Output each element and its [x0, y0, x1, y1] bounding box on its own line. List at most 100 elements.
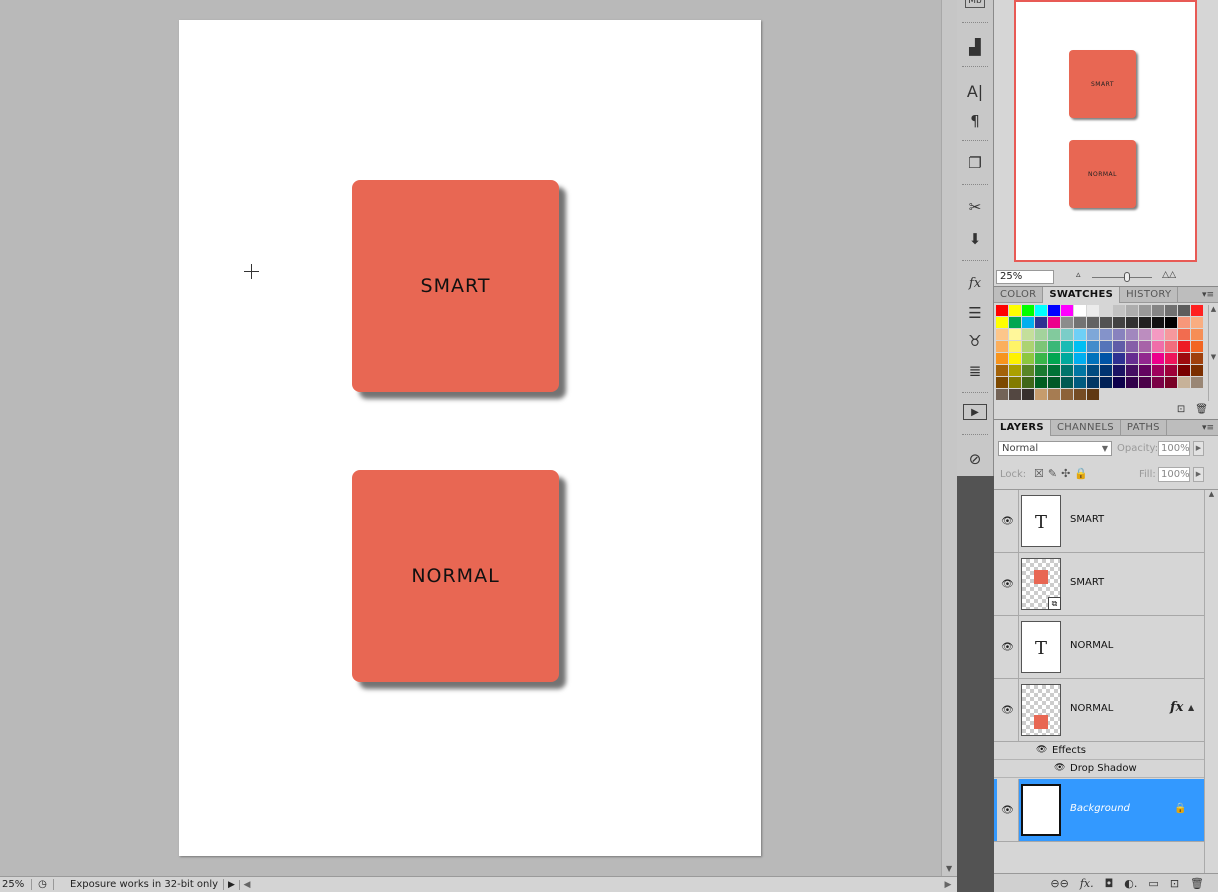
color-swatch[interactable]	[1100, 341, 1112, 352]
dock-grip[interactable]	[962, 392, 988, 395]
color-swatch[interactable]	[1126, 305, 1138, 316]
color-swatch[interactable]	[1152, 353, 1164, 364]
color-swatch[interactable]	[1178, 305, 1190, 316]
delete-layer-icon[interactable]: 🗑	[1190, 877, 1204, 890]
color-swatch[interactable]	[1022, 365, 1034, 376]
color-swatch[interactable]	[1087, 353, 1099, 364]
color-swatch[interactable]	[1139, 341, 1151, 352]
color-swatch[interactable]	[1139, 365, 1151, 376]
color-swatch[interactable]	[1022, 317, 1034, 328]
color-swatch[interactable]	[1048, 329, 1060, 340]
color-swatch[interactable]	[1126, 353, 1138, 364]
color-swatch[interactable]	[1126, 365, 1138, 376]
color-swatch[interactable]	[1165, 305, 1177, 316]
navigator-preview[interactable]: SMART NORMAL	[1014, 0, 1197, 262]
color-swatch[interactable]	[1087, 389, 1099, 400]
color-swatch[interactable]	[1022, 389, 1034, 400]
zoom-slider-knob[interactable]	[1124, 272, 1130, 282]
notes-icon[interactable]: ⊘	[963, 448, 987, 470]
layer-row-normal-pixel[interactable]: 👁 NORMAL fx ▲	[994, 679, 1204, 742]
color-swatch[interactable]	[1035, 341, 1047, 352]
tab-color[interactable]: COLOR	[994, 287, 1044, 303]
opacity-arrow-icon[interactable]: ▶	[1193, 441, 1204, 456]
color-swatch[interactable]	[1048, 353, 1060, 364]
color-swatch[interactable]	[1009, 389, 1021, 400]
color-swatch[interactable]	[1100, 305, 1112, 316]
color-swatch[interactable]	[1087, 341, 1099, 352]
color-swatch[interactable]	[1139, 329, 1151, 340]
color-swatch[interactable]	[1035, 377, 1047, 388]
visibility-eye-icon[interactable]: 👁	[1036, 745, 1047, 755]
color-swatch[interactable]	[1048, 365, 1060, 376]
layer-name[interactable]: NORMAL	[1070, 703, 1113, 714]
color-swatch[interactable]	[1191, 329, 1203, 340]
color-swatch[interactable]	[1061, 389, 1073, 400]
color-swatch[interactable]	[1009, 353, 1021, 364]
color-swatch[interactable]	[1178, 341, 1190, 352]
opacity-field[interactable]: 100%	[1158, 441, 1190, 456]
layer-name[interactable]: NORMAL	[1070, 640, 1113, 651]
color-swatch[interactable]	[1061, 353, 1073, 364]
normal-card[interactable]: NORMAL	[352, 470, 559, 682]
dock-grip[interactable]	[962, 140, 988, 143]
clone-source-icon[interactable]: ❐	[963, 152, 987, 174]
color-swatch[interactable]	[1152, 341, 1164, 352]
color-swatch[interactable]	[1113, 341, 1125, 352]
color-swatch[interactable]	[1113, 377, 1125, 388]
dock-grip[interactable]	[962, 260, 988, 263]
tool-presets-icon[interactable]: ✂	[963, 196, 987, 218]
color-swatch[interactable]	[1061, 329, 1073, 340]
color-swatch[interactable]	[1074, 341, 1086, 352]
layers-scrollbar[interactable]: ▲	[1204, 490, 1218, 874]
lock-icons[interactable]: ☒✎✣🔒	[1034, 467, 1092, 480]
color-swatch[interactable]	[1087, 329, 1099, 340]
color-swatch[interactable]	[1074, 305, 1086, 316]
tab-channels[interactable]: CHANNELS	[1051, 420, 1121, 436]
color-swatch[interactable]	[1009, 377, 1021, 388]
layer-name[interactable]: SMART	[1070, 514, 1104, 525]
panel-menu-icon[interactable]: ▾≡	[1202, 420, 1218, 435]
color-swatch[interactable]	[1100, 365, 1112, 376]
visibility-eye-icon[interactable]: 👁	[997, 553, 1019, 615]
color-swatch[interactable]	[1022, 341, 1034, 352]
color-swatch[interactable]	[996, 365, 1008, 376]
color-swatch[interactable]	[1087, 377, 1099, 388]
color-swatch[interactable]	[1074, 365, 1086, 376]
color-swatch[interactable]	[1035, 365, 1047, 376]
color-swatch[interactable]	[1178, 377, 1190, 388]
color-swatch[interactable]	[1061, 317, 1073, 328]
color-swatch[interactable]	[1061, 365, 1073, 376]
color-swatch[interactable]	[1009, 317, 1021, 328]
color-swatch[interactable]	[1113, 353, 1125, 364]
color-swatch[interactable]	[1191, 305, 1203, 316]
dock-grip[interactable]	[962, 66, 988, 69]
layer-row-smart-object[interactable]: 👁 ⧉ SMART	[994, 553, 1204, 616]
zoom-slider-track[interactable]	[1092, 277, 1152, 278]
dock-grip[interactable]	[962, 434, 988, 437]
new-swatch-icon[interactable]: ⊡	[1177, 404, 1185, 415]
link-layers-icon[interactable]: ⊖⊖	[1050, 877, 1068, 890]
visibility-eye-icon[interactable]: 👁	[997, 490, 1019, 552]
mini-bridge-icon[interactable]: Mb	[965, 0, 985, 8]
visibility-eye-icon[interactable]: 👁	[997, 779, 1019, 841]
color-swatch[interactable]	[1100, 329, 1112, 340]
panel-menu-icon[interactable]: ▾≡	[1202, 287, 1218, 302]
visibility-eye-icon[interactable]: 👁	[1054, 763, 1065, 773]
new-layer-icon[interactable]: ⊡	[1170, 877, 1179, 890]
color-swatch[interactable]	[996, 389, 1008, 400]
navigator-zoom-slider[interactable]: ▵ △△	[1070, 270, 1180, 284]
color-swatch[interactable]	[996, 305, 1008, 316]
drop-shadow-row[interactable]: 👁 Drop Shadow	[994, 760, 1204, 778]
color-swatch[interactable]	[1048, 377, 1060, 388]
color-swatch[interactable]	[1009, 341, 1021, 352]
color-swatch[interactable]	[1191, 365, 1203, 376]
color-swatch[interactable]	[1035, 389, 1047, 400]
status-menu-arrow-icon[interactable]: ▶	[224, 879, 240, 890]
status-zoom[interactable]: 25%	[0, 879, 32, 890]
color-swatch[interactable]	[1165, 341, 1177, 352]
paragraph-icon[interactable]: ¶	[963, 110, 987, 132]
color-swatch[interactable]	[1074, 317, 1086, 328]
color-swatch[interactable]	[996, 317, 1008, 328]
color-swatch[interactable]	[1074, 353, 1086, 364]
scroll-left-arrow-icon[interactable]: ◀	[240, 880, 254, 890]
